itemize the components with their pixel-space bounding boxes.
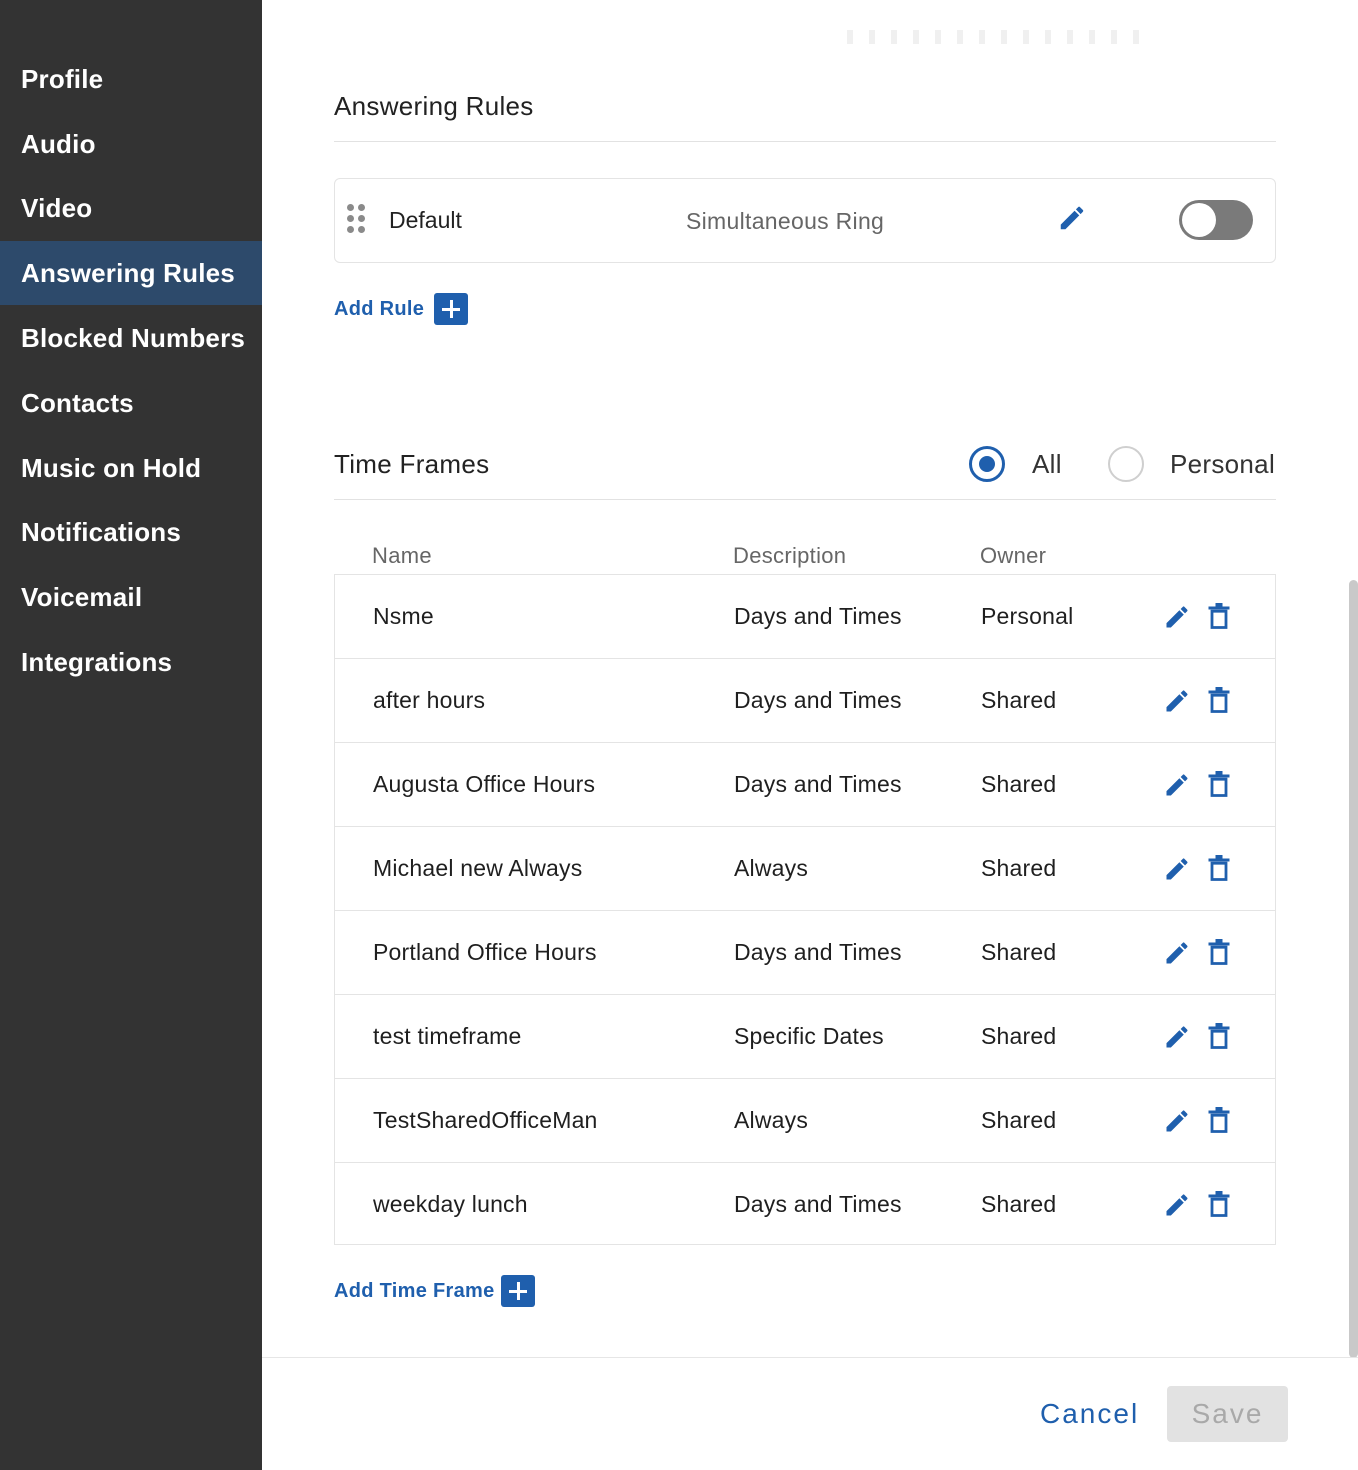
table-row: weekday lunch Days and Times Shared xyxy=(335,1163,1275,1247)
cell-description: Days and Times xyxy=(734,771,902,797)
sidebar-item-blocked-numbers[interactable]: Blocked Numbers xyxy=(0,306,262,370)
cell-name: after hours xyxy=(373,687,486,713)
column-header-name: Name xyxy=(372,543,432,568)
rule-enabled-toggle[interactable] xyxy=(1179,200,1253,240)
cancel-button[interactable]: Cancel xyxy=(1040,1398,1139,1430)
divider xyxy=(334,499,1276,500)
cell-owner: Shared xyxy=(981,771,1057,797)
cell-owner: Shared xyxy=(981,939,1057,965)
filter-all-label[interactable]: All xyxy=(1032,449,1062,480)
cell-owner: Shared xyxy=(981,855,1057,881)
trash-icon[interactable] xyxy=(1207,1107,1231,1135)
main-content: Answering Rules Default Simultaneous Rin… xyxy=(262,0,1358,1470)
sidebar-item-answering-rules[interactable]: Answering Rules xyxy=(0,241,262,305)
add-rule-plus-icon[interactable] xyxy=(434,293,468,325)
table-row: Portland Office Hours Days and Times Sha… xyxy=(335,911,1275,995)
filter-all-radio[interactable] xyxy=(969,446,1005,482)
save-button[interactable]: Save xyxy=(1167,1386,1288,1442)
cell-name: weekday lunch xyxy=(373,1191,528,1217)
edit-pencil-icon[interactable] xyxy=(1163,855,1191,883)
edit-pencil-icon[interactable] xyxy=(1163,939,1191,967)
add-time-frame-link[interactable]: Add Time Frame xyxy=(334,1280,495,1303)
drag-handle-icon[interactable] xyxy=(347,204,369,236)
sidebar-item-integrations[interactable]: Integrations xyxy=(0,630,262,694)
rule-name: Default xyxy=(389,207,462,233)
trash-icon[interactable] xyxy=(1207,1023,1231,1051)
edit-pencil-icon[interactable] xyxy=(1057,203,1087,233)
sidebar-item-notifications[interactable]: Notifications xyxy=(0,500,262,564)
trash-icon[interactable] xyxy=(1207,1191,1231,1219)
sidebar-item-music-on-hold[interactable]: Music on Hold xyxy=(0,436,262,500)
edit-pencil-icon[interactable] xyxy=(1163,1191,1191,1219)
edit-pencil-icon[interactable] xyxy=(1163,1107,1191,1135)
cell-description: Always xyxy=(734,1107,809,1133)
scrollbar[interactable] xyxy=(1349,580,1358,1358)
edit-pencil-icon[interactable] xyxy=(1163,771,1191,799)
trash-icon[interactable] xyxy=(1207,687,1231,715)
cell-name: Portland Office Hours xyxy=(373,939,597,965)
table-row: test timeframe Specific Dates Shared xyxy=(335,995,1275,1079)
table-row: Michael new Always Always Shared xyxy=(335,827,1275,911)
divider xyxy=(334,141,1276,142)
cell-owner: Personal xyxy=(981,603,1074,629)
cell-owner: Shared xyxy=(981,1107,1057,1133)
answering-rule-card: Default Simultaneous Ring xyxy=(334,178,1276,263)
cell-name: Michael new Always xyxy=(373,855,583,881)
column-header-owner: Owner xyxy=(980,543,1047,568)
cell-description: Specific Dates xyxy=(734,1023,884,1049)
toggle-knob xyxy=(1182,203,1216,237)
answering-rules-title: Answering Rules xyxy=(334,91,534,121)
sidebar-item-audio[interactable]: Audio xyxy=(0,112,262,176)
edit-pencil-icon[interactable] xyxy=(1163,1023,1191,1051)
sidebar: Profile Audio Video Answering Rules Bloc… xyxy=(0,0,262,1470)
column-header-description: Description xyxy=(733,543,847,568)
footer-divider xyxy=(262,1357,1358,1358)
trash-icon[interactable] xyxy=(1207,939,1231,967)
sidebar-item-video[interactable]: Video xyxy=(0,176,262,240)
cell-name: TestSharedOfficeMan xyxy=(373,1107,598,1133)
table-row: TestSharedOfficeMan Always Shared xyxy=(335,1079,1275,1163)
cell-description: Days and Times xyxy=(734,687,902,713)
trash-icon[interactable] xyxy=(1207,603,1231,631)
trash-icon[interactable] xyxy=(1207,855,1231,883)
edit-pencil-icon[interactable] xyxy=(1163,603,1191,631)
table-row: Augusta Office Hours Days and Times Shar… xyxy=(335,743,1275,827)
cell-name: Augusta Office Hours xyxy=(373,771,596,797)
table-row: Nsme Days and Times Personal xyxy=(335,575,1275,659)
add-rule-link[interactable]: Add Rule xyxy=(334,298,424,321)
cell-owner: Shared xyxy=(981,687,1057,713)
scrolled-content-remnant xyxy=(847,30,1147,44)
cell-description: Days and Times xyxy=(734,1191,902,1217)
cell-description: Always xyxy=(734,855,809,881)
rule-type: Simultaneous Ring xyxy=(686,208,885,234)
cell-owner: Shared xyxy=(981,1191,1057,1217)
time-frames-table: Nsme Days and Times Personal after hours… xyxy=(334,574,1276,1245)
table-row: after hours Days and Times Shared xyxy=(335,659,1275,743)
sidebar-item-voicemail[interactable]: Voicemail xyxy=(0,565,262,629)
sidebar-item-contacts[interactable]: Contacts xyxy=(0,371,262,435)
add-time-frame-plus-icon[interactable] xyxy=(501,1275,535,1307)
cell-description: Days and Times xyxy=(734,939,902,965)
cell-name: test timeframe xyxy=(373,1023,522,1049)
cell-name: Nsme xyxy=(373,603,434,629)
cell-owner: Shared xyxy=(981,1023,1057,1049)
edit-pencil-icon[interactable] xyxy=(1163,687,1191,715)
cell-description: Days and Times xyxy=(734,603,902,629)
filter-personal-radio[interactable] xyxy=(1108,446,1144,482)
filter-personal-label[interactable]: Personal xyxy=(1170,449,1275,480)
sidebar-item-profile[interactable]: Profile xyxy=(0,47,262,111)
trash-icon[interactable] xyxy=(1207,771,1231,799)
time-frames-title: Time Frames xyxy=(334,449,490,479)
